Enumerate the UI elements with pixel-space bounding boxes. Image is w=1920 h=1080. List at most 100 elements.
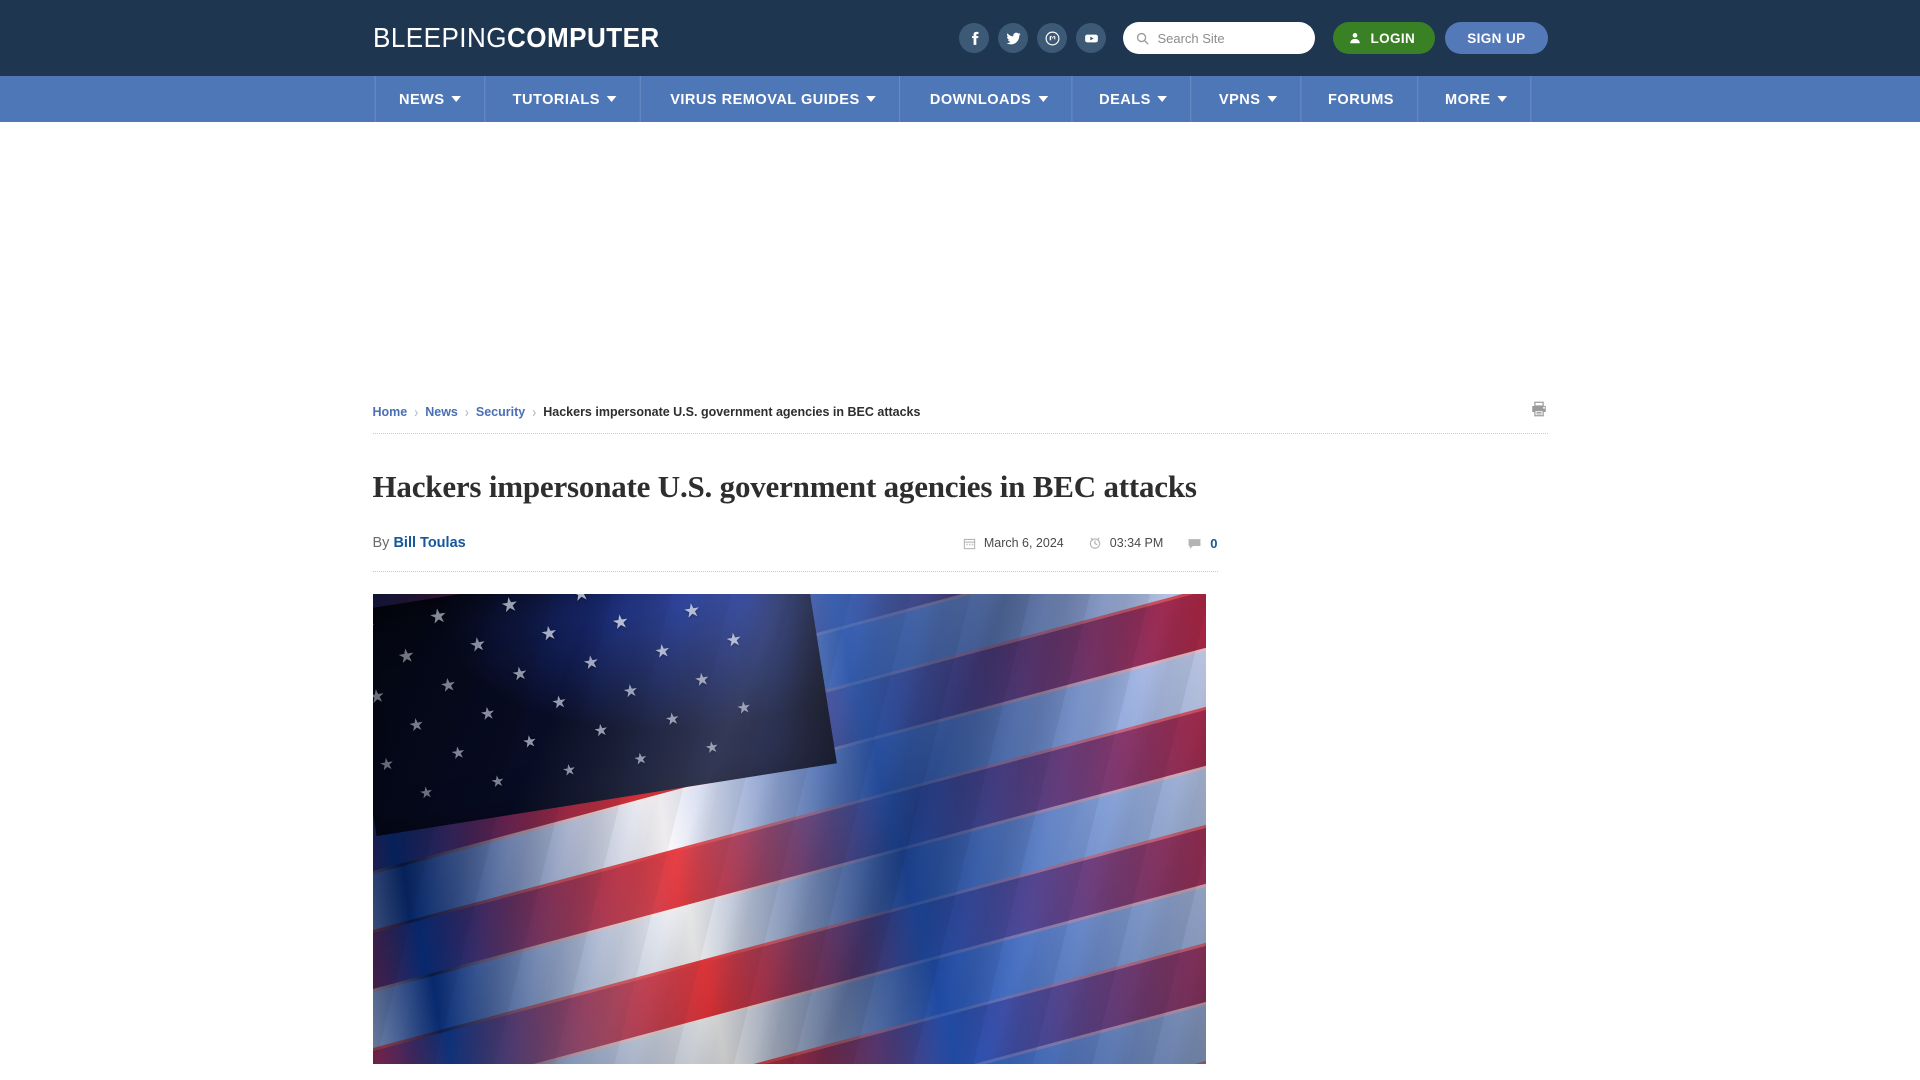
author-link[interactable]: Bill Toulas bbox=[393, 535, 465, 551]
breadcrumb-separator: › bbox=[464, 402, 469, 421]
main-navigation: NEWS TUTORIALS VIRUS REMOVAL GUIDES DOWNLOA… bbox=[0, 76, 1920, 122]
nav-item-news[interactable]: NEWS bbox=[374, 76, 485, 122]
nav-item-label: VPNS bbox=[1218, 90, 1261, 108]
publish-date: March 6, 2024 bbox=[963, 536, 1064, 550]
article-hero-image: ★★★★★★★★★★★★★★★★★★★★★★★★★★★★★★★★★ bbox=[372, 594, 1206, 1065]
nav-item-label: DOWNLOADS bbox=[929, 90, 1032, 108]
breadcrumb-divider bbox=[372, 433, 1548, 434]
flag-star: ★ bbox=[498, 594, 521, 619]
flag-star: ★ bbox=[378, 755, 395, 775]
comment-icon bbox=[1188, 538, 1201, 549]
flag-star: ★ bbox=[704, 739, 720, 758]
search-box[interactable] bbox=[1123, 22, 1316, 54]
nav-item-downloads[interactable]: DOWNLOADS bbox=[906, 76, 1072, 122]
flag-star: ★ bbox=[438, 674, 457, 696]
article-byline: By Bill Toulas March 6, 2024 03:34 PM 0 bbox=[373, 535, 1218, 571]
by-prefix: By bbox=[372, 535, 390, 552]
flag-star: ★ bbox=[407, 714, 425, 736]
nav-item-vpns[interactable]: VPNS bbox=[1195, 76, 1301, 122]
flag-star: ★ bbox=[539, 623, 559, 646]
flag-star: ★ bbox=[664, 710, 681, 730]
breadcrumb-item-news[interactable]: News bbox=[425, 405, 458, 419]
breadcrumb-item-security[interactable]: Security bbox=[476, 405, 525, 419]
breadcrumb-row: Home › News › Security › Hackers impersonate U… bbox=[373, 400, 1548, 433]
facebook-icon[interactable] bbox=[959, 23, 990, 53]
printer-icon[interactable] bbox=[1530, 400, 1548, 423]
nav-item-label: FORUMS bbox=[1327, 90, 1394, 108]
search-input[interactable] bbox=[1157, 30, 1308, 46]
nav-item-deals[interactable]: DEALS bbox=[1076, 76, 1192, 122]
flag-star: ★ bbox=[621, 680, 639, 702]
site-logo[interactable]: BLEEPINGCOMPUTER bbox=[373, 24, 660, 52]
flag-star: ★ bbox=[693, 668, 711, 690]
calendar-icon bbox=[963, 538, 976, 549]
flag-star: ★ bbox=[521, 732, 538, 752]
chevron-down-icon bbox=[1496, 96, 1507, 102]
breadcrumb-item-current: Hackers impersonate U.S. government agen… bbox=[543, 404, 921, 419]
flag-star: ★ bbox=[396, 645, 416, 668]
article: Hackers impersonate U.S. government agen… bbox=[372, 468, 1218, 1065]
nav-item-label: TUTORIALS bbox=[512, 90, 600, 108]
flag-star: ★ bbox=[373, 686, 387, 708]
nav-item-label: NEWS bbox=[398, 90, 445, 108]
nav-item-more[interactable]: MORE bbox=[1421, 76, 1531, 122]
logo-text-bold: COMPUTER bbox=[506, 22, 660, 53]
flag-star: ★ bbox=[510, 663, 529, 685]
flag-star: ★ bbox=[478, 702, 496, 724]
flag-star: ★ bbox=[735, 698, 752, 718]
chevron-down-icon bbox=[1037, 96, 1048, 102]
login-label: LOGIN bbox=[1370, 30, 1416, 46]
youtube-icon[interactable] bbox=[1076, 23, 1107, 53]
article-meta: March 6, 2024 03:34 PM 0 bbox=[963, 536, 1218, 551]
flag-star: ★ bbox=[653, 640, 672, 662]
flag-star: ★ bbox=[468, 634, 488, 657]
publish-date-text: March 6, 2024 bbox=[983, 536, 1064, 551]
flag-star: ★ bbox=[570, 594, 592, 607]
clock-icon bbox=[1089, 537, 1100, 550]
chevron-down-icon bbox=[606, 96, 616, 102]
comment-count[interactable]: 0 bbox=[1187, 535, 1218, 551]
nav-item-tutorials[interactable]: TUTORIALS bbox=[489, 76, 641, 122]
comment-count-text: 0 bbox=[1210, 535, 1218, 551]
breadcrumb-separator: › bbox=[414, 402, 419, 421]
flag-star: ★ bbox=[632, 750, 648, 769]
flag-star: ★ bbox=[724, 629, 743, 651]
flag-star: ★ bbox=[581, 652, 600, 674]
chevron-down-icon bbox=[1157, 96, 1168, 102]
publish-time-text: 03:34 PM bbox=[1109, 536, 1164, 551]
nav-item-label: MORE bbox=[1444, 90, 1491, 108]
breadcrumb-separator: › bbox=[532, 402, 537, 421]
flag-star: ★ bbox=[427, 604, 449, 630]
nav-item-virus-removal-guides[interactable]: VIRUS REMOVAL GUIDES bbox=[646, 76, 900, 122]
nav-item-label: VIRUS REMOVAL GUIDES bbox=[669, 90, 860, 108]
logo-text-light: BLEEPING bbox=[372, 22, 507, 53]
advertisement-slot bbox=[0, 122, 1920, 400]
chevron-down-icon bbox=[1266, 96, 1277, 102]
signup-button[interactable]: SIGN UP bbox=[1445, 22, 1548, 54]
flag-star: ★ bbox=[489, 773, 505, 792]
page-title: Hackers impersonate U.S. government agen… bbox=[372, 469, 1197, 504]
nav-item-forums[interactable]: FORUMS bbox=[1304, 76, 1418, 122]
flag-star: ★ bbox=[418, 784, 434, 803]
flag-star: ★ bbox=[610, 611, 630, 634]
flag-star: ★ bbox=[592, 721, 609, 741]
signup-label: SIGN UP bbox=[1467, 30, 1526, 46]
social-links bbox=[959, 23, 1107, 53]
chevron-down-icon bbox=[866, 96, 876, 102]
author-line: By Bill Toulas bbox=[373, 535, 466, 551]
flag-star: ★ bbox=[372, 616, 378, 641]
flag-star: ★ bbox=[682, 600, 702, 623]
flag-star: ★ bbox=[561, 761, 577, 780]
breadcrumb-item-home[interactable]: Home bbox=[373, 405, 408, 419]
header-actions: LOGIN SIGN UP bbox=[959, 0, 1548, 76]
twitter-icon[interactable] bbox=[998, 23, 1029, 53]
byline-divider bbox=[372, 571, 1218, 573]
user-icon bbox=[1350, 33, 1361, 44]
site-header: BLEEPINGCOMPUTER Search Site LOGIN SIGN … bbox=[0, 0, 1920, 76]
publish-time: 03:34 PM bbox=[1088, 536, 1164, 551]
mastodon-icon[interactable] bbox=[1037, 23, 1068, 53]
chevron-down-icon bbox=[450, 96, 461, 102]
breadcrumb: Home › News › Security › Hackers impersonate U… bbox=[373, 402, 921, 421]
login-button[interactable]: LOGIN bbox=[1333, 22, 1436, 54]
nav-item-label: DEALS bbox=[1099, 90, 1152, 108]
